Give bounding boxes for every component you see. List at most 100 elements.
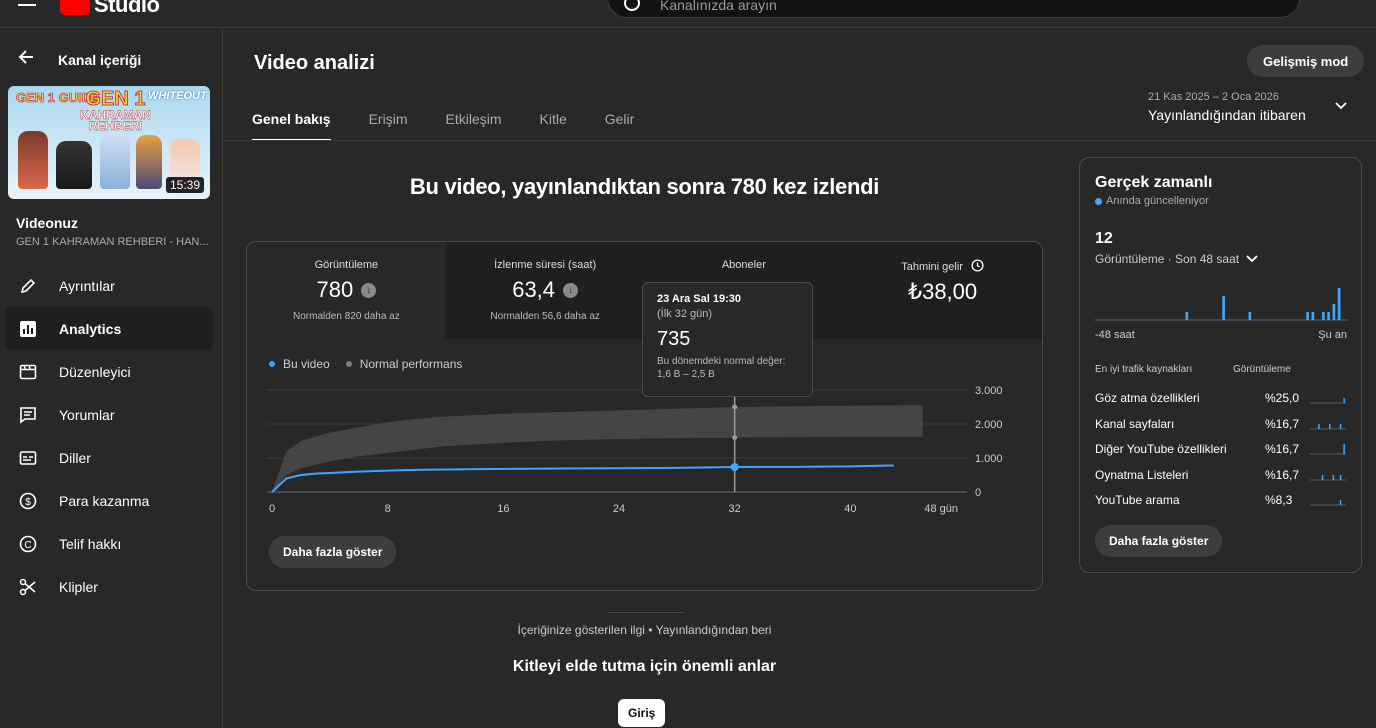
- arrow-left-icon: [16, 47, 46, 73]
- advanced-mode-button[interactable]: Gelişmiş mod: [1247, 45, 1365, 77]
- back-label: Kanal içeriği: [58, 52, 142, 68]
- tooltip-period: (İlk 32 gün): [657, 308, 713, 320]
- search-placeholder: Kanalınızda arayın: [660, 0, 777, 13]
- traffic-source-row[interactable]: Oynatma Listeleri %16,7: [1095, 464, 1347, 490]
- sidebar-item-comments[interactable]: Yorumlar: [5, 393, 213, 436]
- tabs-divider: [224, 140, 1376, 141]
- tab-overview[interactable]: Genel bakış: [252, 111, 331, 141]
- traffic-sparkline: [1310, 500, 1346, 506]
- sidebar: Kanal içeriği GEN 1 GUIDE GEN 1 KAHRAMAN…: [0, 29, 223, 728]
- show-more-button[interactable]: Daha fazla göster: [269, 536, 397, 568]
- sidebar-item-editor[interactable]: Düzenleyici: [5, 350, 213, 393]
- tab-audience[interactable]: Kitle: [540, 111, 567, 141]
- traffic-column-label: Görüntüleme: [1233, 364, 1291, 375]
- metric-value-text: 63,4: [512, 277, 556, 302]
- realtime-bar-chart[interactable]: [1095, 275, 1347, 325]
- realtime-live: Anında güncelleniyor: [1095, 195, 1209, 207]
- sidebar-item-copyright[interactable]: C Telif hakkı: [5, 522, 213, 565]
- traffic-source-row[interactable]: Kanal sayfaları %16,7: [1095, 413, 1347, 439]
- intro-button[interactable]: Giriş: [618, 699, 666, 727]
- studio-logo[interactable]: Studio: [60, 0, 160, 18]
- realtime-bar: [1222, 296, 1225, 320]
- date-range-label: Yayınlandığından itibaren: [1148, 107, 1306, 123]
- interest-caption: İçeriğinize gösterilen ilgi • Yayınlandı…: [517, 623, 772, 637]
- thumbnail-character: [18, 131, 48, 189]
- metric-watch-time[interactable]: İzlenme süresi (saat) 63,4 ↓ Normalden 56…: [445, 242, 645, 339]
- sparkline-bar: [1339, 423, 1342, 429]
- sidebar-item-monetization[interactable]: $ Para kazanma: [5, 479, 213, 522]
- legend-dot: [345, 361, 352, 367]
- thumbnail-character: [56, 141, 92, 189]
- traffic-source-name: Diğer YouTube özellikleri: [1095, 442, 1227, 456]
- realtime-sub-text: Görüntüleme · Son 48 saat: [1095, 252, 1240, 266]
- sparkline-bar: [1329, 423, 1331, 429]
- section-divider: [608, 612, 683, 613]
- sparkline-bar: [1343, 398, 1345, 403]
- back-to-channel-content[interactable]: Kanal içeriği: [16, 47, 141, 73]
- traffic-sparkline: [1310, 398, 1346, 404]
- traffic-source-value: %16,7: [1265, 416, 1300, 431]
- views-headline: Bu video, yayınlandıktan sonra 780 kez i…: [409, 174, 880, 199]
- traffic-source-row[interactable]: Göz atma özellikleri %25,0: [1095, 387, 1347, 413]
- video-title: GEN 1 KAHRAMAN REHBERİ - HAN...: [16, 236, 209, 248]
- key-moments-title: Kitleyi elde tutma için önemli anlar: [512, 658, 777, 675]
- traffic-sources: Göz atma özellikleri %25,0 Kanal sayfaları…: [1095, 387, 1347, 515]
- this-video-line: [271, 464, 894, 493]
- metric-value-text: 780: [316, 277, 354, 302]
- sidebar-item-label: Klipler: [59, 578, 98, 595]
- x-tick-label: 32: [729, 503, 741, 515]
- thumbnail-text-rehber: KAHRAMAN REHBERI: [80, 108, 151, 133]
- sparkline-bar: [1339, 500, 1342, 505]
- sidebar-item-clips[interactable]: Klipler: [5, 565, 213, 608]
- menu-icon[interactable]: [18, 0, 38, 12]
- sidebar-item-analytics[interactable]: Analytics: [5, 307, 213, 350]
- video-thumbnail[interactable]: GEN 1 GUIDE GEN 1 KAHRAMAN REHBERI WHITE…: [8, 86, 210, 199]
- arrow-down-icon: ↓: [361, 282, 377, 298]
- legend-label: Normal performans: [359, 357, 463, 371]
- normal-performance-band: [272, 405, 923, 492]
- tab-engagement[interactable]: Etkileşim: [445, 111, 501, 141]
- metric-label: Tahmini gelir: [843, 259, 1042, 273]
- hover-point: [730, 463, 739, 472]
- metric-value: 780 ↓: [247, 277, 446, 303]
- sidebar-item-details[interactable]: Ayrıntılar: [5, 264, 213, 307]
- traffic-source-name: YouTube arama: [1095, 493, 1180, 507]
- metric-value: 63,4 ↓: [446, 277, 645, 303]
- traffic-source-row[interactable]: YouTube arama %8,3: [1095, 489, 1347, 515]
- tab-revenue[interactable]: Gelir: [605, 111, 635, 141]
- realtime-title: Gerçek zamanlı: [1095, 174, 1213, 191]
- x-tick-label: 8: [385, 503, 391, 515]
- band-low-point: [732, 435, 738, 441]
- sidebar-nav: Ayrıntılar Analytics Düzenleyici Yorumla…: [5, 264, 213, 608]
- date-range-picker[interactable]: 21 Kas 2025 – 2 Oca 2026 Yayınlandığında…: [1148, 91, 1306, 123]
- tab-reach[interactable]: Erişim: [369, 111, 408, 141]
- live-dot-icon: [1095, 197, 1102, 205]
- metric-label: Aboneler: [721, 259, 766, 271]
- traffic-source-value: %25,0: [1265, 391, 1300, 405]
- thumbnail-text-badge: WHITEOUT: [148, 90, 207, 102]
- top-bar: Studio Kanalınızda arayın: [0, 0, 1376, 28]
- scissors-icon: [17, 576, 39, 598]
- search-input[interactable]: Kanalınızda arayın: [607, 0, 1300, 18]
- chevron-down-icon[interactable]: [1334, 99, 1348, 118]
- traffic-sparkline: [1310, 474, 1346, 480]
- realtime-show-more-button[interactable]: Daha fazla göster: [1095, 525, 1223, 557]
- x-tick-label: 0: [269, 503, 275, 515]
- realtime-bar: [1322, 312, 1325, 320]
- axis-right-label: Şu an: [1318, 329, 1347, 341]
- sidebar-item-label: Ayrıntılar: [59, 277, 115, 294]
- pencil-icon: [17, 275, 39, 297]
- realtime-metric-selector[interactable]: Görüntüleme · Son 48 saat: [1095, 252, 1259, 266]
- metric-sub: Normalden 56,6 daha az: [490, 311, 600, 322]
- x-tick-label: 40: [844, 503, 856, 515]
- chart-tooltip: 23 Ara Sal 19:30 (İlk 32 gün) 735 Bu dön…: [642, 282, 813, 397]
- date-range-dates: 21 Kas 2025 – 2 Oca 2026: [1148, 91, 1279, 103]
- dollar-icon: $: [17, 490, 39, 512]
- metric-revenue[interactable]: Tahmini gelir ₺38,00: [843, 242, 1042, 339]
- traffic-source-row[interactable]: Diğer YouTube özellikleri %16,7: [1095, 438, 1347, 464]
- y-tick-label: 3.000: [975, 385, 1003, 397]
- sidebar-item-languages[interactable]: Diller: [5, 436, 213, 479]
- metric-views[interactable]: Görüntüleme 780 ↓ Normalden 820 daha az: [247, 242, 446, 339]
- realtime-bar: [1306, 312, 1309, 320]
- traffic-source-value: %16,7: [1265, 442, 1300, 456]
